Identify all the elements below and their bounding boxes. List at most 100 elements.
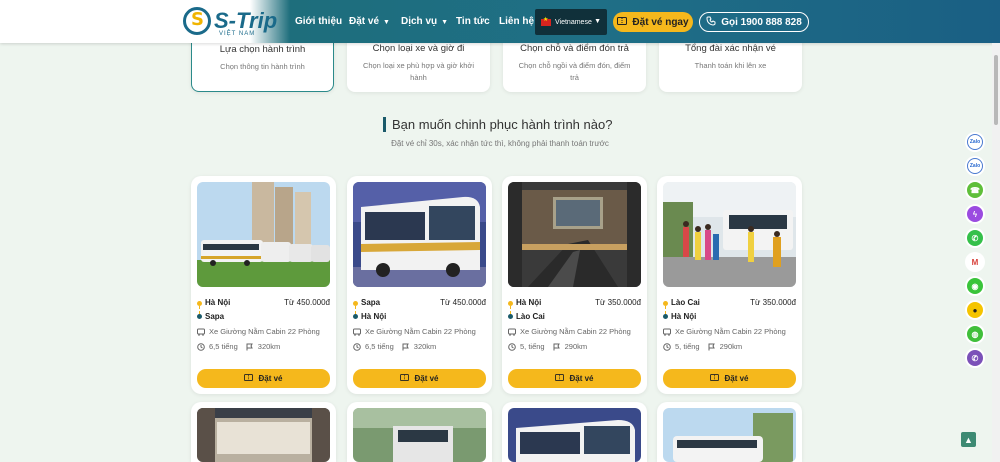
bus-icon [663,328,671,336]
nav-dat-ve[interactable]: Đặt vé ▼ [349,16,390,27]
bus-photo [197,182,330,287]
messenger-button[interactable]: ϟ [967,206,983,222]
bus-photo [197,408,330,462]
gmail-button[interactable]: M [967,254,983,270]
route-dash [355,306,356,314]
logo[interactable]: S-Trip VIỆT NAM [183,7,278,37]
distance-label: 320km [257,342,281,351]
route-to: Hà Nội [671,312,697,321]
route-price: Từ 450.000đ [284,298,330,307]
nav-dich-vu[interactable]: Dịch vụ ▼ [401,16,448,27]
book-now-button[interactable]: Đặt vé ngay [613,12,693,32]
trip-info: 5, tiếng 290km [663,342,742,351]
bus-type-label: Xe Giường Nằm Cabin 22 Phòng [365,327,476,336]
bus-type-label: Xe Giường Nằm Cabin 22 Phòng [209,327,320,336]
bus-photo [663,408,796,462]
route-from: Lào Cai [671,298,700,307]
route-to: Lào Cai [516,312,545,321]
whatsapp-button[interactable]: ✆ [967,230,983,246]
phone-button[interactable]: ☎ [967,182,983,198]
trip-info: 6,5 tiếng 320km [353,342,436,351]
route-card[interactable] [657,402,802,462]
bus-photo [508,408,641,462]
ticket-icon [244,374,254,383]
nav-label: Tin tức [456,16,490,27]
nav-label: Dịch vụ [401,16,438,27]
flag-icon [246,343,254,351]
call-label: Gọi 1900 888 828 [721,16,802,28]
logo-text: S-Trip [214,8,278,33]
logo-mark-icon [183,7,211,35]
bus-photo [353,408,486,462]
site-header: S-Trip VIỆT NAM Giới thiệu Đặt vé▼ Dịch … [0,0,1000,43]
route-dash [665,306,666,314]
bus-icon [197,328,205,336]
scrollbar-thumb[interactable] [994,55,998,125]
viber-icon: ✆ [971,353,979,363]
route-card[interactable]: Lào Cai Hà Nội Từ 350.000đ Xe Giường Nằm… [657,176,802,394]
section-title-bar [383,117,386,132]
destination-dot-icon [663,314,668,319]
route-card[interactable]: Hà Nội Lào Cai Từ 350.000đ Xe Giường Nằm… [502,176,647,394]
gmail-icon: M [971,257,979,267]
route-to: Hà Nội [361,312,387,321]
wechat-button[interactable]: ◍ [967,326,983,342]
chevron-up-icon: ▲ [964,434,973,445]
zalo-button[interactable]: Zalo [967,134,983,150]
duration-label: 5, tiếng [520,342,545,351]
book-ticket-button[interactable]: Đặt vé [508,369,641,388]
route-dash [199,306,200,314]
language-label: Vietnamese [555,18,592,26]
destination-dot-icon [197,314,202,319]
route-from: Sapa [361,298,381,307]
route-card[interactable] [191,402,336,462]
zalo-icon: Zalo [969,163,981,169]
book-ticket-button[interactable]: Đặt vé [197,369,330,388]
distance-label: 320km [413,342,437,351]
logo-subtext: VIỆT NAM [219,31,256,37]
scroll-to-top-button[interactable]: ▲ [961,432,976,447]
route-price: Từ 350.000đ [595,298,641,307]
nav-lien-he[interactable]: Liên hệ [499,16,534,27]
chevron-down-icon: ▼ [441,19,449,26]
bus-photo [663,182,796,287]
step-title: Chọn loại xe và giờ đi [372,43,465,54]
step-desc: Chọn loại xe phù hợp và giờ khởi hành [362,61,475,82]
ticket-icon [555,374,565,383]
duration-label: 5, tiếng [675,342,700,351]
language-select[interactable]: Vietnamese ▼ [535,9,607,35]
book-ticket-button[interactable]: Đặt vé [663,369,796,388]
book-ticket-button[interactable]: Đặt vé [353,369,486,388]
line-button[interactable]: ◉ [967,278,983,294]
bus-photo [508,182,641,287]
route-card[interactable] [347,402,492,462]
whatsapp-icon: ✆ [971,233,979,243]
route-from: Hà Nội [205,298,231,307]
section-subtitle: Đặt vé chỉ 30s, xác nhận tức thì, không … [391,139,609,148]
step-title: Lựa chọn hành trình [219,44,306,55]
bus-type: Xe Giường Nằm Cabin 22 Phòng [353,327,476,336]
trip-info: 5, tiếng 290km [508,342,587,351]
nav-gioi-thieu[interactable]: Giới thiệu [295,16,342,27]
route-card[interactable] [502,402,647,462]
nav-label: Liên hệ [499,16,535,27]
clock-icon [508,342,516,351]
route-card[interactable]: Hà Nội Sapa Từ 450.000đ Xe Giường Nằm Ca… [191,176,336,394]
messenger-icon: ϟ [972,209,978,219]
zalo-icon: Zalo [969,139,981,145]
route-card[interactable]: Sapa Hà Nội Từ 450.000đ Xe Giường Nằm Ca… [347,176,492,394]
nav-label: Đặt vé [349,16,380,27]
call-button[interactable]: Gọi 1900 888 828 [699,12,809,32]
nav-tin-tuc[interactable]: Tin tức [456,16,490,27]
bus-type-label: Xe Giường Nằm Cabin 22 Phòng [675,327,786,336]
duration-label: 6,5 tiếng [209,342,238,351]
chat-button[interactable]: ● [967,302,983,318]
step-desc: Thanh toán khi lên xe [694,61,767,70]
viber-button[interactable]: ✆ [967,350,983,366]
clock-icon [197,342,205,351]
step-title: Chọn chỗ và điểm đón trả [520,43,629,54]
route-dash [510,306,511,314]
distance-label: 290km [564,342,588,351]
line-icon: ◉ [971,281,979,291]
zalo-button-2[interactable]: Zalo [967,158,983,174]
